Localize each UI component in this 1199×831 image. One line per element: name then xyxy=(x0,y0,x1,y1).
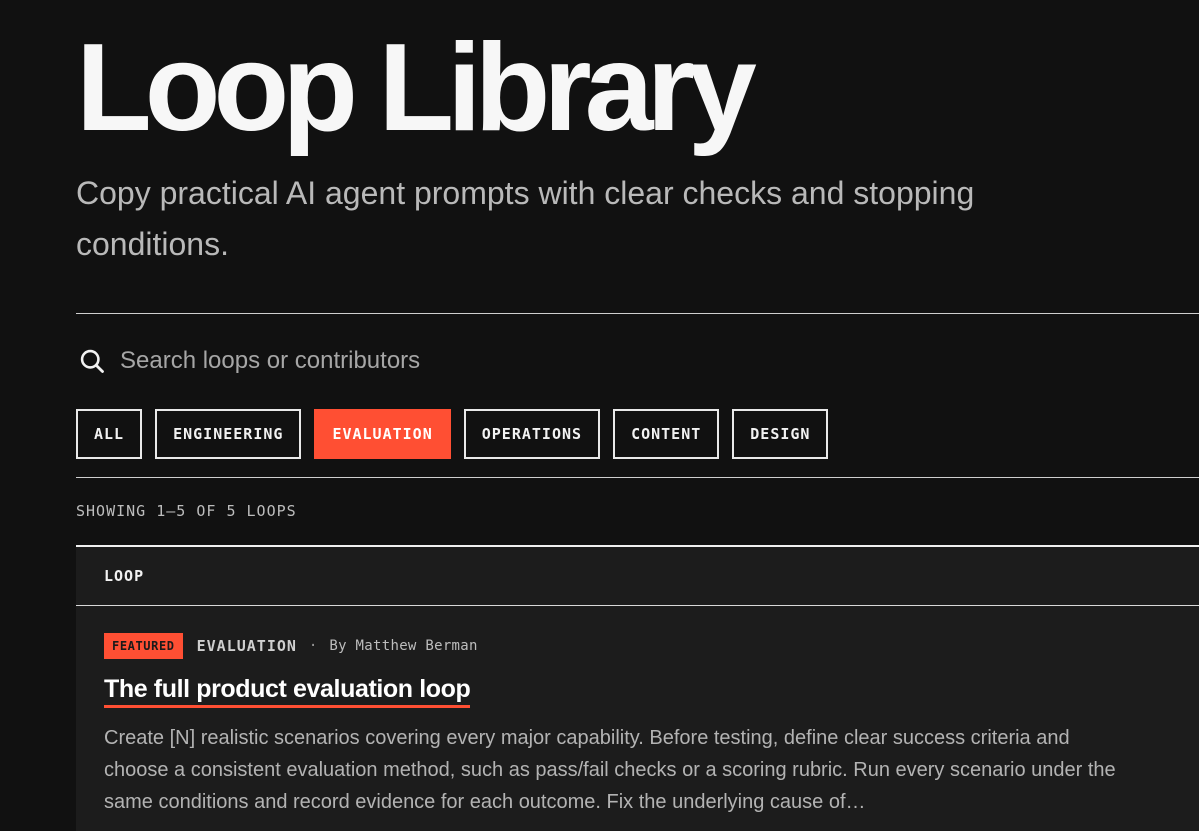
filter-operations[interactable]: OPERATIONS xyxy=(463,409,601,459)
results-count: SHOWING 1–5 OF 5 LOOPS xyxy=(76,502,297,520)
search-input[interactable] xyxy=(120,347,1176,375)
loop-category: EVALUATION xyxy=(196,637,297,655)
loop-title-link[interactable]: The full product evaluation loop xyxy=(104,675,471,708)
loops-table: LOOP FEATURED EVALUATION · By Matthew Be… xyxy=(76,545,1199,831)
divider xyxy=(76,477,1199,478)
page-title: Loop Library xyxy=(76,19,757,157)
filter-evaluation[interactable]: EVALUATION xyxy=(314,409,451,459)
search-bar[interactable] xyxy=(76,336,1176,386)
filter-content[interactable]: CONTENT xyxy=(613,409,720,459)
filter-engineering[interactable]: ENGINEERING xyxy=(155,409,302,459)
filter-design[interactable]: DESIGN xyxy=(732,409,829,459)
featured-badge: FEATURED xyxy=(104,633,183,659)
filter-all[interactable]: ALL xyxy=(76,409,143,459)
page: Loop Library Copy practical AI agent pro… xyxy=(0,0,1199,831)
loop-description: Create [N] realistic scenarios covering … xyxy=(104,727,1116,813)
meta-separator: · xyxy=(308,638,318,654)
table-header-loop: LOOP xyxy=(104,567,145,585)
search-icon xyxy=(80,349,104,373)
category-filters: ALL ENGINEERING EVALUATION OPERATIONS CO… xyxy=(76,409,829,459)
divider xyxy=(76,313,1199,314)
table-row[interactable]: FEATURED EVALUATION · By Matthew Berman … xyxy=(104,631,1139,818)
page-subtitle: Copy practical AI agent prompts with cle… xyxy=(76,175,975,262)
loop-author: By Matthew Berman xyxy=(329,638,478,654)
table-header-divider xyxy=(76,605,1199,606)
loop-meta: FEATURED EVALUATION · By Matthew Berman xyxy=(104,631,1139,661)
table-top-border xyxy=(76,545,1199,547)
